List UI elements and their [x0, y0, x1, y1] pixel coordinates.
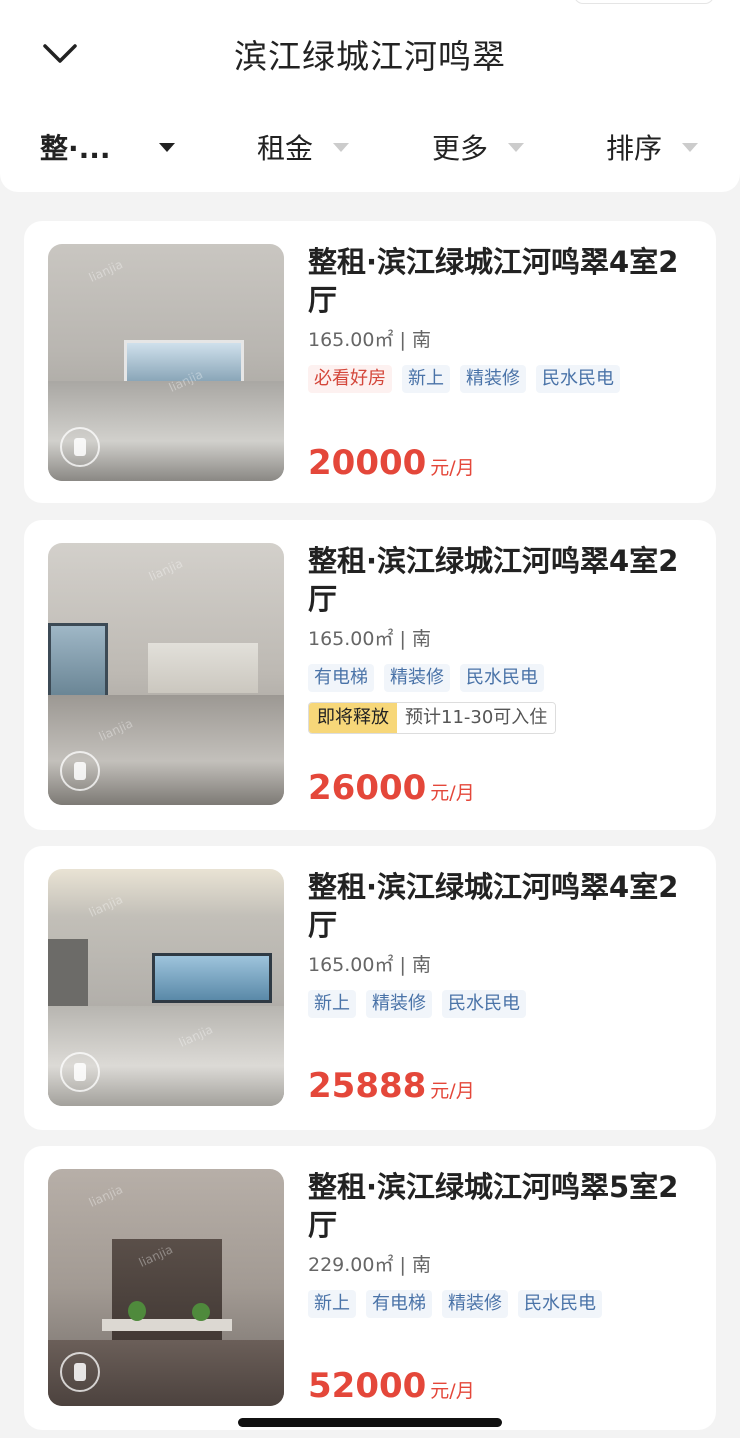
- tag: 精装修: [366, 990, 432, 1018]
- page-header: 滨江绿城江河鸣翠 整·... 租金 更多 排序: [0, 0, 740, 192]
- listing-title: 整租·滨江绿城江河鸣翠4室2厅: [308, 544, 679, 616]
- tag: 民水民电: [460, 664, 544, 692]
- tag: 民水民电: [518, 1290, 602, 1318]
- filter-sort[interactable]: 排序: [606, 110, 699, 184]
- tag: 民水民电: [442, 990, 526, 1018]
- listing-price: 25888 元/月: [308, 1066, 475, 1106]
- filter-bar: 整·... 租金 更多 排序: [0, 110, 740, 184]
- release-highlight: 即将释放: [309, 703, 397, 733]
- release-text: 预计11-30可入住: [397, 703, 556, 733]
- filter-label: 整·...: [40, 132, 111, 165]
- release-badge: 即将释放 预计11-30可入住: [308, 702, 557, 734]
- price-unit: 元/月: [430, 782, 475, 804]
- tag: 精装修: [384, 664, 450, 692]
- price-value: 25888: [308, 1066, 427, 1106]
- price-unit: 元/月: [430, 1380, 475, 1402]
- listing-tags: 新上 精装修 民水民电: [308, 990, 698, 1018]
- caret-down-icon: [508, 142, 525, 152]
- filter-label: 更多: [432, 132, 489, 165]
- listing-meta: 165.00㎡ | 南: [308, 628, 431, 650]
- tag: 有电梯: [366, 1290, 432, 1318]
- tag: 新上: [402, 365, 450, 393]
- tag: 民水民电: [536, 365, 620, 393]
- tag: 必看好房: [308, 365, 392, 393]
- listing-card[interactable]: lianjia lianjia 整租·滨江绿城江河鸣翠4室2厅 165.00㎡ …: [24, 520, 716, 830]
- top-pill: [574, 0, 714, 4]
- home-indicator[interactable]: [238, 1418, 502, 1427]
- listing-tags: 必看好房 新上 精装修 民水民电: [308, 365, 698, 393]
- caret-down-icon: [333, 142, 350, 152]
- listing-meta: 165.00㎡ | 南: [308, 329, 431, 351]
- price-value: 26000: [308, 768, 427, 808]
- vr-view-icon: [60, 1352, 100, 1392]
- price-unit: 元/月: [430, 457, 475, 479]
- vr-view-icon: [60, 427, 100, 467]
- listing-title: 整租·滨江绿城江河鸣翠4室2厅: [308, 245, 679, 317]
- listing-title: 整租·滨江绿城江河鸣翠5室2厅: [308, 1170, 679, 1242]
- caret-down-icon: [158, 142, 175, 152]
- listing-card[interactable]: lianjia lianjia 整租·滨江绿城江河鸣翠4室2厅 165.00㎡ …: [24, 221, 716, 503]
- price-unit: 元/月: [430, 1080, 475, 1102]
- tag: 新上: [308, 1290, 356, 1318]
- listing-meta: 165.00㎡ | 南: [308, 954, 431, 976]
- page-title: 滨江绿城江河鸣翠: [234, 37, 506, 76]
- listing-title: 整租·滨江绿城江河鸣翠4室2厅: [308, 870, 679, 942]
- listing-card[interactable]: lianjia lianjia 整租·滨江绿城江河鸣翠5室2厅 229.00㎡ …: [24, 1146, 716, 1430]
- listing-price: 20000 元/月: [308, 443, 475, 483]
- listing-meta: 229.00㎡ | 南: [308, 1254, 431, 1276]
- listing-photo[interactable]: lianjia lianjia: [48, 244, 284, 481]
- filter-rent-type[interactable]: 整·...: [40, 110, 175, 184]
- caret-down-icon: [682, 142, 699, 152]
- listing-price: 26000 元/月: [308, 768, 475, 808]
- vr-view-icon: [60, 751, 100, 791]
- listing-tags: 新上 有电梯 精装修 民水民电: [308, 1290, 698, 1318]
- tag: 新上: [308, 990, 356, 1018]
- listing-photo[interactable]: lianjia lianjia: [48, 543, 284, 805]
- filter-rent-price[interactable]: 租金: [257, 110, 350, 184]
- listing-photo[interactable]: lianjia lianjia: [48, 1169, 284, 1406]
- filter-label: 排序: [606, 132, 663, 165]
- vr-view-icon: [60, 1052, 100, 1092]
- price-value: 52000: [308, 1366, 427, 1406]
- filter-label: 租金: [257, 132, 314, 165]
- listing-photo[interactable]: lianjia lianjia: [48, 869, 284, 1106]
- filter-more[interactable]: 更多: [432, 110, 525, 184]
- tag: 精装修: [460, 365, 526, 393]
- tag: 有电梯: [308, 664, 374, 692]
- listing-tags: 有电梯 精装修 民水民电: [308, 664, 698, 692]
- listing-price: 52000 元/月: [308, 1366, 475, 1406]
- listing-card[interactable]: lianjia lianjia 整租·滨江绿城江河鸣翠4室2厅 165.00㎡ …: [24, 846, 716, 1130]
- price-value: 20000: [308, 443, 427, 483]
- tag: 精装修: [442, 1290, 508, 1318]
